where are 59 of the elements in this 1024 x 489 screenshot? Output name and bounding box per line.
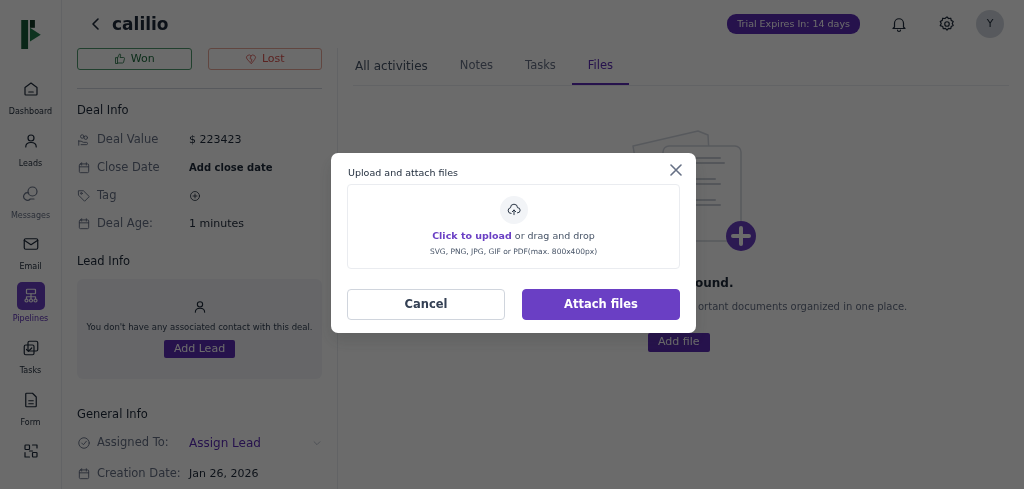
sidebar-item[interactable]: Email <box>0 230 62 283</box>
thumbs-up-icon <box>113 53 126 65</box>
field-label: Deal Age: <box>97 215 153 233</box>
cancel-button[interactable]: Cancel <box>347 289 505 320</box>
logo <box>19 20 42 50</box>
attach-files-button[interactable]: Attach files <box>522 289 680 320</box>
dialog-title: Upload and attach files <box>348 167 459 179</box>
check-circle-icon <box>77 435 91 450</box>
empty-lead-message: You don't have any associated contact with this deal. <box>86 320 313 334</box>
add-file-button[interactable]: Add file <box>648 333 710 352</box>
field-label: Close Date <box>97 159 160 177</box>
qr-scan-icon <box>21 442 40 461</box>
hierarchy-icon <box>21 287 40 306</box>
sidebar-item[interactable]: Pipelines <box>0 282 62 334</box>
chat-bubbles-icon <box>21 183 40 202</box>
calendar-icon <box>77 160 91 175</box>
field-value: 1 minutes <box>189 215 245 232</box>
section-heading: Deal Info <box>77 104 130 118</box>
field-label: Assigned To: <box>97 434 169 452</box>
back-icon[interactable] <box>90 17 102 31</box>
section-heading: Lead Info <box>77 254 132 269</box>
upload-link[interactable]: Click to upload <box>432 230 512 242</box>
tab[interactable]: Tasks <box>509 48 572 85</box>
upload-instruction: Click to upload or drag and drop <box>432 229 595 244</box>
field-label: Deal Value <box>97 131 159 149</box>
sidebar-item[interactable]: Leads <box>0 127 62 179</box>
home-icon <box>21 80 40 99</box>
page-title: calilio <box>112 13 169 35</box>
field-value: $ 223423 <box>189 131 242 148</box>
tab[interactable]: All activities <box>353 48 444 85</box>
sidebar-item[interactable]: Tasks <box>0 333 62 386</box>
won-button[interactable]: Won <box>77 48 192 70</box>
sidebar-item[interactable]: Dashboard <box>0 75 62 127</box>
bell-icon[interactable] <box>890 15 908 33</box>
tab[interactable]: Files <box>571 48 630 85</box>
add-date-link[interactable]: Add close date <box>189 160 273 176</box>
avatar[interactable]: Y <box>976 10 1004 38</box>
cloud-upload-icon <box>506 203 521 218</box>
calendar-icon <box>77 466 91 481</box>
field-label: Tag <box>97 187 117 205</box>
field-label: Creation Date: <box>97 465 181 483</box>
tag-icon <box>77 188 91 203</box>
settings-icon[interactable] <box>938 15 956 33</box>
section-heading: General Info <box>77 407 149 422</box>
tab[interactable]: Notes <box>443 48 509 85</box>
close-button[interactable] <box>670 164 682 176</box>
lost-button[interactable]: Lost <box>207 48 322 70</box>
close-icon <box>670 164 682 176</box>
stacked-checkbox-icon <box>21 338 40 357</box>
assignee-select[interactable]: Assign Lead <box>189 433 261 452</box>
empty-state-title: ound. <box>695 276 734 291</box>
trial-badge: Trial Expires In: 14 days <box>727 13 860 35</box>
add-circle-icon[interactable] <box>189 189 201 202</box>
empty-state-text: ortant documents organized in one place. <box>698 300 908 314</box>
add-lead-button[interactable]: Add Lead <box>163 339 236 359</box>
field-value: Jan 26, 2026 <box>189 465 259 482</box>
broken-heart-icon <box>244 53 257 65</box>
calendar-icon <box>77 216 91 231</box>
sidebar-item[interactable]: Form <box>0 385 62 438</box>
